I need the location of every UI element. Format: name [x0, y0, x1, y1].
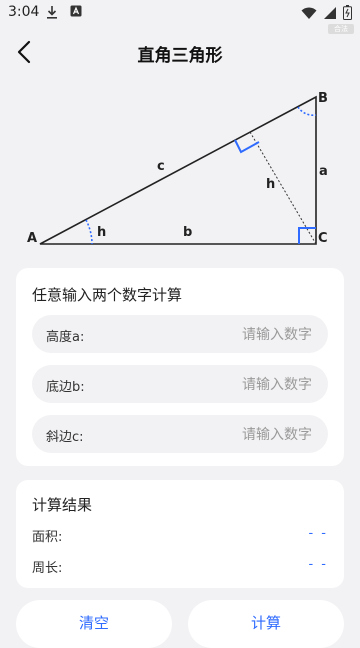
vertex-b-label: B — [318, 91, 328, 106]
height-a-input[interactable] — [130, 322, 314, 348]
hypotenuse-right-angle-marker — [234, 139, 260, 154]
hypotenuse-c-input[interactable] — [130, 422, 314, 448]
download-icon — [46, 5, 58, 23]
vertex-a-label: A — [27, 231, 37, 246]
input-card: 任意输入两个数字计算 高度a: 底边b: 斜边c: — [16, 268, 344, 466]
hypotenuse-c-label: 斜边c: — [46, 430, 84, 445]
wifi-icon — [301, 6, 317, 24]
base-b-field[interactable]: 底边b: — [32, 365, 328, 403]
app-header: 直角三角形 — [0, 30, 360, 74]
triangle-diagram: A B C c b a h h — [27, 91, 328, 246]
base-b-input[interactable] — [130, 372, 314, 398]
side-c-label: c — [157, 159, 165, 174]
side-a-label: a — [319, 164, 328, 179]
triangle-shape — [39, 95, 317, 245]
clear-button[interactable]: 清空 — [16, 600, 172, 648]
perimeter-row: 周长: - - — [32, 557, 328, 577]
result-card: 计算结果 面积: - - 周长: - - — [16, 480, 344, 588]
angle-b-arc — [297, 106, 317, 117]
status-bar: 3:04 — [0, 0, 360, 26]
angle-a-arc — [85, 219, 93, 245]
page-title: 直角三角形 — [137, 46, 223, 66]
perimeter-value: - - — [308, 557, 328, 572]
vertex-c-label: C — [318, 231, 328, 246]
hypotenuse-c-field[interactable]: 斜边c: — [32, 415, 328, 453]
calculate-button[interactable]: 计算 — [188, 600, 344, 648]
area-value: - - — [308, 526, 328, 541]
result-card-title: 计算结果 — [32, 496, 93, 514]
height-a-field[interactable]: 高度a: — [32, 315, 328, 353]
a-box-icon — [70, 5, 82, 23]
area-label: 面积: — [32, 530, 63, 545]
battery-icon — [343, 5, 352, 24]
angle-h-label: h — [97, 225, 106, 240]
signal-icon — [323, 6, 337, 24]
area-row: 面积: - - — [32, 526, 328, 546]
perimeter-label: 周长: — [32, 561, 63, 576]
side-b-label: b — [183, 225, 192, 240]
status-time: 3:04 — [8, 4, 40, 20]
base-b-label: 底边b: — [46, 380, 85, 395]
height-a-label: 高度a: — [46, 330, 85, 345]
altitude-h-label: h — [266, 177, 275, 192]
input-card-title: 任意输入两个数字计算 — [32, 286, 183, 304]
